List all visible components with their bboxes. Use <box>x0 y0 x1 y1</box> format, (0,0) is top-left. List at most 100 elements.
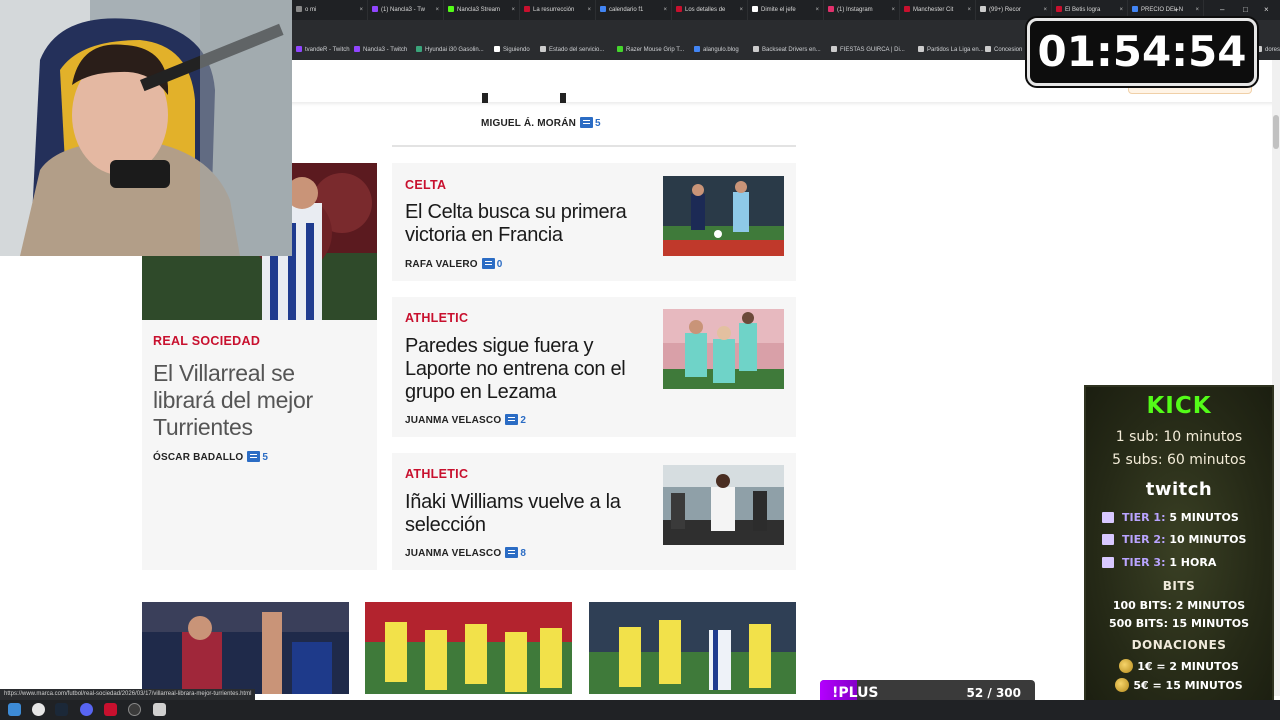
article-headline[interactable]: El Celta busca su primera victoria en Fr… <box>405 201 655 247</box>
bookmark-item[interactable]: FIESTAS GUIRCA | Di... <box>831 40 905 60</box>
bookmark-item[interactable]: tvandeR - Twitch <box>296 40 350 60</box>
tab-close-icon[interactable]: × <box>967 0 971 20</box>
article-image[interactable] <box>663 309 784 389</box>
tab-close-icon[interactable]: × <box>815 0 819 20</box>
tab-close-icon[interactable]: × <box>663 0 667 20</box>
scrollbar-thumb[interactable] <box>1273 115 1279 149</box>
bottom-article-image[interactable] <box>365 602 572 694</box>
maximize-button[interactable]: □ <box>1243 0 1248 20</box>
new-tab-button[interactable]: + <box>1174 0 1179 20</box>
author-name[interactable]: RAFA VALERO <box>405 259 478 270</box>
tab-close-icon[interactable]: × <box>1119 0 1123 20</box>
headline-line[interactable]: El Celta busca su primera <box>405 201 655 224</box>
tab-close-icon[interactable]: × <box>891 0 895 20</box>
section-label[interactable]: ATHLETIC <box>405 311 468 325</box>
browser-tab[interactable]: Nancla3 Stream × <box>442 0 520 20</box>
browser-tab[interactable]: Dimite el jefe × <box>746 0 824 20</box>
bookmark-item[interactable]: Razer Mouse Grip T... <box>617 40 684 60</box>
headline-line[interactable]: victoria en Francia <box>405 224 655 247</box>
bookmark-item[interactable]: Backseat Drivers en... <box>753 40 821 60</box>
bottom-article-image[interactable] <box>589 602 796 694</box>
discord-icon[interactable] <box>80 703 93 716</box>
comment-icon[interactable] <box>505 414 519 425</box>
minimize-button[interactable]: – <box>1220 0 1224 20</box>
tab-close-icon[interactable]: × <box>1043 0 1047 20</box>
bookmark-item[interactable]: Hyundai i30 Gasolin... <box>416 40 484 60</box>
section-label[interactable]: REAL SOCIEDAD <box>153 334 260 348</box>
chrome-icon[interactable] <box>32 703 45 716</box>
browser-tab[interactable]: (1) Nancla3 - Tw × <box>366 0 444 20</box>
article-image[interactable] <box>663 176 784 256</box>
comment-count[interactable]: 0 <box>497 259 503 270</box>
feature-headline[interactable]: El Villarreal se librará del mejor Turri… <box>153 360 368 441</box>
comment-count[interactable]: 5 <box>595 118 601 129</box>
section-label[interactable]: ATHLETIC <box>405 467 468 481</box>
bookmark-item[interactable]: alangulo.blog <box>694 40 739 60</box>
browser-tab[interactable]: Manchester Cit × <box>898 0 976 20</box>
tab-label: La resurrección <box>533 7 575 13</box>
bookmark-item[interactable]: dores <box>1256 40 1280 60</box>
comment-count[interactable]: 5 <box>262 452 268 463</box>
browser-tab[interactable]: PRECIO DEL N × <box>1126 0 1204 20</box>
tab-close-icon[interactable]: × <box>739 0 743 20</box>
bookmark-label: Siguiendo <box>503 47 530 53</box>
comment-icon[interactable] <box>481 258 495 269</box>
close-window-button[interactable]: × <box>1264 0 1269 20</box>
section-label[interactable]: CELTA <box>405 178 446 192</box>
headline-line[interactable]: librará del mejor <box>153 387 368 414</box>
article-headline[interactable]: Iñaki Williams vuelve a la selección <box>405 491 655 537</box>
headline-line[interactable]: Laporte no entrena con el <box>405 358 655 381</box>
browser-tab[interactable]: (1) Instagram × <box>822 0 900 20</box>
comment-icon[interactable] <box>247 451 261 462</box>
browser-tab[interactable]: calendario f1 × <box>594 0 672 20</box>
headline-line[interactable]: selección <box>405 514 655 537</box>
tab-close-icon[interactable]: × <box>511 0 515 20</box>
start-icon[interactable] <box>8 703 21 716</box>
headline-line[interactable]: Paredes sigue fuera y <box>405 335 655 358</box>
bottom-article-image[interactable] <box>142 602 349 694</box>
comment-icon[interactable] <box>580 117 594 128</box>
browser-tab[interactable]: Los detalles de × <box>670 0 748 20</box>
bookmark-label: Concesion <box>994 47 1023 53</box>
author-name[interactable]: MIGUEL Á. MORÁN <box>481 118 576 129</box>
bookmark-item[interactable]: Concesion <box>985 40 1022 60</box>
article-image[interactable] <box>663 465 784 545</box>
bookmark-favicon-icon <box>296 46 302 53</box>
headline-line[interactable]: Iñaki Williams vuelve a la <box>405 491 655 514</box>
comment-count[interactable]: 2 <box>520 415 526 426</box>
tab-favicon-icon <box>752 6 758 13</box>
browser-tab[interactable]: o mi × <box>290 0 368 20</box>
article-headline[interactable]: Paredes sigue fuera y Laporte no entrena… <box>405 335 655 404</box>
steam-icon[interactable] <box>55 703 68 716</box>
app-icon[interactable] <box>153 703 166 716</box>
top-article-byline: MIGUEL Á. MORÁN 5 <box>481 117 601 129</box>
bookmark-favicon-icon <box>831 46 837 53</box>
article-byline: JUANMA VELASCO 2 <box>405 414 526 426</box>
bookmark-item[interactable]: Partidos La Liga en... <box>918 40 984 60</box>
author-name[interactable]: JUANMA VELASCO <box>405 548 501 559</box>
tab-label: Nancla3 Stream <box>457 7 501 13</box>
tab-close-icon[interactable]: × <box>587 0 591 20</box>
tab-favicon-icon <box>448 6 454 13</box>
bookmark-item[interactable]: Nancla3 - Twitch <box>354 40 407 60</box>
app-icon[interactable] <box>104 703 117 716</box>
tab-close-icon[interactable]: × <box>435 0 439 20</box>
tab-close-icon[interactable]: × <box>1195 0 1199 20</box>
browser-tab[interactable]: La resurrección × <box>518 0 596 20</box>
author-name[interactable]: JUANMA VELASCO <box>405 415 501 426</box>
bookmark-favicon-icon <box>918 46 924 53</box>
headline-line[interactable]: grupo en Lezama <box>405 381 655 404</box>
headline-line[interactable]: El Villarreal se <box>153 360 368 387</box>
browser-tab[interactable]: El Betis logra × <box>1050 0 1128 20</box>
feature-byline: ÓSCAR BADALLO 5 <box>153 451 268 463</box>
comment-icon[interactable] <box>505 547 519 558</box>
comment-count[interactable]: 8 <box>520 548 526 559</box>
obs-icon[interactable] <box>128 703 141 716</box>
bookmark-item[interactable]: Estado del servicio... <box>540 40 604 60</box>
tab-close-icon[interactable]: × <box>359 0 363 20</box>
browser-tab[interactable]: (99+) Recor × <box>974 0 1052 20</box>
headline-line[interactable]: Turrientes <box>153 414 368 441</box>
author-name[interactable]: ÓSCAR BADALLO <box>153 452 243 463</box>
bookmark-favicon-icon <box>694 46 700 53</box>
bookmark-item[interactable]: Siguiendo <box>494 40 530 60</box>
